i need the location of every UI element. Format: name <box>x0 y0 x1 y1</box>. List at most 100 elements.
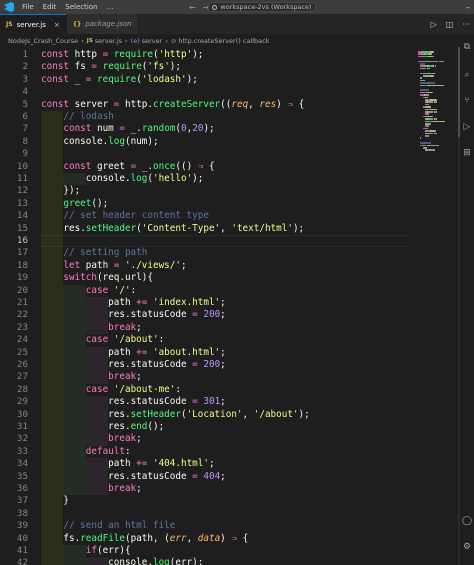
code-line[interactable]: break; <box>41 483 142 496</box>
code-line[interactable]: break; <box>41 433 142 446</box>
code-line[interactable]: case '/': <box>41 284 136 297</box>
code-line[interactable]: } <box>41 495 69 508</box>
search-icon[interactable]: ⌕ <box>462 70 472 80</box>
line-number[interactable]: 19 <box>0 272 28 284</box>
line-number[interactable]: 36 <box>0 483 28 495</box>
line-number[interactable]: 25 <box>0 347 28 359</box>
line-number[interactable]: 10 <box>0 161 28 173</box>
code-line[interactable]: const num = _.random(0,20); <box>41 123 215 136</box>
line-number[interactable]: 32 <box>0 433 28 445</box>
run-debug-icon[interactable]: ▷ <box>462 122 472 132</box>
line-number[interactable]: 16 <box>0 235 28 247</box>
line-number[interactable]: 34 <box>0 458 28 470</box>
code-line[interactable]: // set header content type <box>41 210 209 223</box>
code-line[interactable]: break; <box>41 321 142 335</box>
code-line[interactable]: const _ = require('lodash'); <box>41 74 198 86</box>
line-number[interactable]: 15 <box>0 223 28 235</box>
menu-more[interactable]: … <box>107 0 114 14</box>
code-line[interactable]: console.log('hello'); <box>41 173 203 186</box>
line-number[interactable]: 20 <box>0 285 28 297</box>
minimize-icon[interactable]: – <box>466 3 470 12</box>
code-editor[interactable]: 1 2 3 4 5 6 7 8 9 10 11 12 13 14 15 16 17 18 19 20 21 22 23 24 2… <box>0 47 474 565</box>
code-line[interactable]: res.statusCode = 200; <box>41 309 226 322</box>
line-number[interactable]: 33 <box>0 446 28 458</box>
arrow-left-icon[interactable]: ← <box>189 3 196 12</box>
run-icon[interactable]: ▷ <box>431 20 437 29</box>
code-line[interactable]: // lodash <box>41 111 114 124</box>
account-icon[interactable]: ◯ <box>462 516 472 526</box>
line-number[interactable]: 1 <box>0 49 28 61</box>
line-number-gutter[interactable]: 1 2 3 4 5 6 7 8 9 10 11 12 13 14 15 16 17 18 19 20 21 22 23 24 2… <box>0 47 36 565</box>
extensions-icon[interactable]: ⊞ <box>462 148 472 158</box>
code-line[interactable]: break; <box>41 371 142 384</box>
code-area[interactable]: const http = require('http'); const fs = … <box>41 47 411 565</box>
minimap[interactable] <box>416 47 456 565</box>
line-number[interactable]: 31 <box>0 421 28 433</box>
line-number[interactable]: 5 <box>0 99 28 111</box>
tab-server-js[interactable]: JS server.js × <box>0 14 67 34</box>
code-line[interactable]: console.log(num); <box>41 135 159 149</box>
line-number[interactable]: 4 <box>0 86 28 98</box>
source-control-icon[interactable]: ⑂ <box>462 96 472 106</box>
code-line[interactable]: res.statusCode = 301; <box>41 396 226 409</box>
breadcrumb-callback[interactable]: http.createServer() callback <box>178 37 269 45</box>
code-line[interactable]: res.statusCode = 200; <box>41 359 226 372</box>
copy-icon[interactable]: ⧉ <box>462 42 472 52</box>
code-line[interactable]: let path = './views/'; <box>41 259 187 273</box>
code-line[interactable]: res.statusCode = 404; <box>41 470 226 483</box>
code-line[interactable]: fs.readFile(path, (err, data) ⇒ { <box>41 532 248 545</box>
menu-selection[interactable]: Selection <box>65 0 97 14</box>
code-line[interactable]: const greet = _.once(() ⇒ { <box>41 160 215 173</box>
line-number[interactable]: 12 <box>0 185 28 197</box>
line-number[interactable]: 17 <box>0 247 28 259</box>
menu-file[interactable]: File <box>22 0 34 14</box>
line-number[interactable]: 13 <box>0 198 28 210</box>
breadcrumb-symbol[interactable]: server <box>142 37 163 45</box>
breadcrumb-folder[interactable]: NodeJs_Crash_Course <box>8 37 78 45</box>
line-number[interactable]: 11 <box>0 173 28 185</box>
command-center[interactable]: workspace-2vs (Workspace) <box>208 2 316 12</box>
code-line[interactable]: const fs = require('fs'); <box>41 61 181 73</box>
close-icon[interactable]: × <box>54 21 60 29</box>
code-line[interactable]: case '/about-me': <box>41 383 181 397</box>
code-line[interactable]: path += 'about.html'; <box>41 346 226 359</box>
line-number[interactable]: 37 <box>0 495 28 507</box>
line-number[interactable]: 23 <box>0 322 28 334</box>
line-number[interactable]: 38 <box>0 508 28 520</box>
line-number[interactable]: 26 <box>0 359 28 371</box>
line-number[interactable]: 27 <box>0 371 28 383</box>
code-line[interactable]: res.setHeader('Location', '/about'); <box>41 408 310 421</box>
line-number[interactable]: 3 <box>0 74 28 86</box>
code-line[interactable]: greet(); <box>41 197 108 211</box>
line-number[interactable]: 28 <box>0 384 28 396</box>
settings-icon[interactable]: ⚙ <box>462 542 472 552</box>
line-number[interactable]: 2 <box>0 61 28 73</box>
line-number[interactable]: 40 <box>0 533 28 545</box>
line-number[interactable]: 18 <box>0 260 28 272</box>
line-number[interactable]: 35 <box>0 471 28 483</box>
code-line[interactable] <box>41 148 64 161</box>
code-line[interactable]: const server = http.createServer((req, r… <box>41 99 304 111</box>
code-line[interactable]: // send an html file <box>41 520 175 533</box>
line-number[interactable]: 29 <box>0 396 28 408</box>
line-number[interactable]: 6 <box>0 111 28 123</box>
code-line[interactable]: const http = require('http'); <box>41 49 203 61</box>
line-number[interactable]: 30 <box>0 409 28 421</box>
code-line[interactable]: path += 'index.html'; <box>41 297 226 310</box>
line-number[interactable]: 14 <box>0 210 28 222</box>
menu-edit[interactable]: Edit <box>43 0 57 14</box>
code-line[interactable]: res.setHeader('Content-Type', 'text/html… <box>41 222 304 235</box>
code-line[interactable]: case '/about': <box>41 334 164 347</box>
code-line[interactable]: console.log(err); <box>41 557 203 565</box>
code-line[interactable]: default: <box>41 445 131 459</box>
code-line[interactable]: }); <box>41 185 80 198</box>
line-number[interactable]: 7 <box>0 123 28 135</box>
split-editor-icon[interactable]: ◫ <box>446 20 454 29</box>
line-number[interactable]: 22 <box>0 309 28 321</box>
line-number[interactable]: 41 <box>0 545 28 557</box>
code-line[interactable]: if(err){ <box>41 545 131 558</box>
code-line[interactable] <box>41 507 64 521</box>
code-line[interactable]: res.end(); <box>41 421 164 434</box>
code-line[interactable]: // setting path <box>41 247 147 260</box>
more-actions-icon[interactable]: ··· <box>462 20 470 29</box>
